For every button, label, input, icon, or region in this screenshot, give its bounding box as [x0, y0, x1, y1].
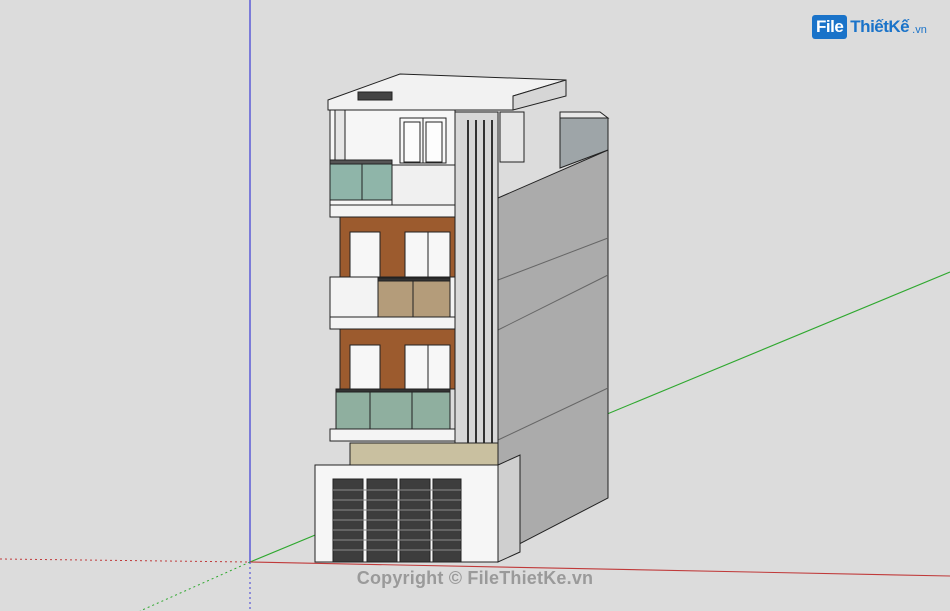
sketchup-viewport[interactable]	[0, 0, 950, 611]
red-axis-dotted	[0, 558, 251, 563]
logo-box: File	[812, 15, 848, 39]
brand-logo: File ThiếtKế .vn	[812, 12, 927, 42]
logo-name: ThiếtKế	[850, 17, 910, 36]
window-lower-left	[349, 344, 381, 391]
top-balcony-glass	[329, 159, 393, 201]
building-model[interactable]	[314, 73, 610, 563]
balcony-glass-upper	[377, 277, 451, 319]
top-side-block	[499, 111, 525, 163]
ground-canopy	[349, 442, 499, 466]
balcony-glass-lower	[335, 388, 451, 430]
logo-tld: .vn	[912, 24, 927, 36]
window-upper-left	[349, 231, 381, 279]
copyright-watermark: Copyright © FileThietKe.vn	[356, 568, 594, 588]
